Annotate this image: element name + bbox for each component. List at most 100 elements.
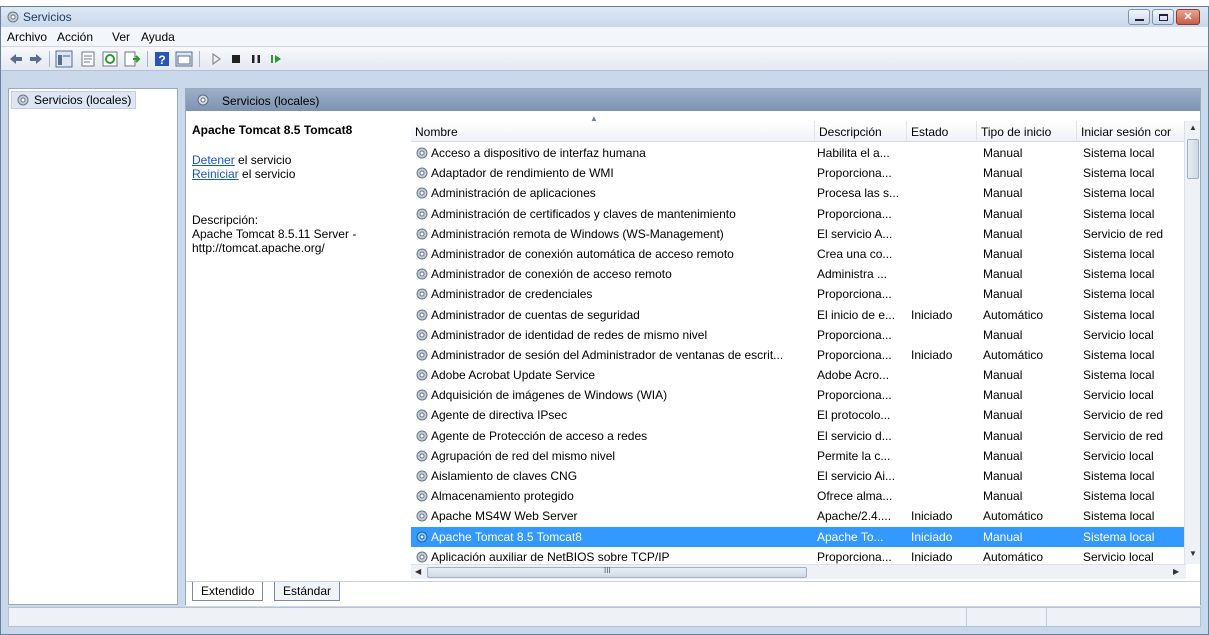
scroll-right-icon[interactable]: ▶ [1173, 567, 1179, 576]
service-gear-icon [416, 409, 428, 421]
pause-service-icon[interactable] [247, 50, 265, 68]
tab-extendido[interactable]: Extendido [192, 582, 264, 601]
toolbar: ? [1, 47, 1208, 71]
service-gear-icon [416, 510, 428, 522]
cell-startup-type: Manual [983, 327, 1023, 342]
tree-item-servicios-locales[interactable]: Servicios (locales) [11, 91, 137, 109]
scroll-left-icon[interactable]: ◀ [415, 567, 421, 576]
help-icon[interactable]: ? [153, 50, 171, 68]
service-gear-icon [416, 450, 428, 462]
view-tabs: Extendido Estándar [186, 581, 1200, 606]
table-row[interactable]: Administración de aplicaciones Procesa la… [411, 183, 1186, 203]
services-panel: Servicios (locales) Apache Tomcat 8.5 To… [185, 88, 1201, 606]
stop-service-icon[interactable] [227, 50, 245, 68]
cell-description: Ofrece alma... [817, 489, 893, 504]
cell-name: Aislamiento de claves CNG [431, 469, 578, 483]
service-gear-icon [416, 187, 428, 199]
cell-name: Administrador de identidad de redes de m… [431, 327, 708, 342]
horizontal-scroll-thumb[interactable]: III [427, 566, 807, 578]
column-header-tipo-inicio[interactable]: Tipo de inicio [977, 121, 1077, 142]
cell-logon-as: Sistema local [1083, 166, 1155, 181]
close-icon: ✕ [1183, 11, 1193, 23]
vertical-scrollbar[interactable]: ▲ ▼ [1184, 121, 1200, 564]
column-header-estado[interactable]: Estado [907, 121, 977, 142]
table-row[interactable]: Agente de directiva IPsec El protocolo...… [411, 405, 1186, 425]
export-list-icon[interactable] [123, 50, 141, 68]
window-title: Servicios [23, 10, 72, 24]
cell-description: Proporciona... [817, 166, 892, 181]
cell-state: Iniciado [911, 347, 953, 362]
table-row[interactable]: Administrador de conexión automática de … [411, 244, 1186, 264]
refresh-icon[interactable] [101, 50, 119, 68]
cell-logon-as: Sistema local [1083, 368, 1155, 383]
menu-archivo[interactable]: Archivo [7, 30, 47, 44]
stop-service-link[interactable]: Detener [192, 153, 235, 167]
restart-service-line: Reiniciar el servicio [192, 167, 295, 181]
table-row[interactable]: Adaptador de rendimiento de WMI Proporcio… [411, 163, 1186, 183]
table-row[interactable]: Adquisición de imágenes de Windows (WIA)… [411, 385, 1186, 405]
table-row[interactable]: Administrador de cuentas de seguridad El … [411, 305, 1186, 325]
start-service-icon[interactable] [207, 50, 225, 68]
svg-text:?: ? [158, 53, 165, 67]
table-row[interactable]: Almacenamiento protegido Ofrece alma... Ma… [411, 486, 1186, 506]
cell-name: Administrador de sesión del Administrado… [431, 347, 784, 362]
service-gear-icon [416, 147, 428, 159]
menu-ayuda[interactable]: Ayuda [141, 30, 175, 44]
table-row[interactable]: Aislamiento de claves CNG El servicio Ai.… [411, 466, 1186, 486]
table-row[interactable]: Administrador de credenciales Proporciona… [411, 284, 1186, 304]
stop-service-suffix: el servicio [234, 153, 292, 167]
cell-description: Apache To... [817, 529, 884, 544]
restart-service-link[interactable]: Reiniciar [192, 167, 239, 181]
description-line-1: Apache Tomcat 8.5.11 Server - [192, 227, 357, 241]
services-table: ▲ Nombre Descripción Estado Tipo de inic… [411, 111, 1200, 579]
menu-ver[interactable]: Ver [112, 30, 130, 44]
table-row[interactable]: Agente de Protección de acceso a redes El… [411, 426, 1186, 446]
forward-arrow-icon[interactable] [27, 50, 45, 68]
console-tree-icon[interactable] [55, 50, 73, 68]
cell-name: Administrador de conexión automática de … [431, 246, 734, 261]
table-row[interactable]: Administrador de identidad de redes de m… [411, 325, 1186, 345]
cell-logon-as: Sistema local [1083, 469, 1155, 483]
tab-estandar[interactable]: Estándar [274, 582, 341, 601]
cell-description: Proporciona... [817, 549, 892, 564]
properties-icon[interactable] [79, 50, 97, 68]
cell-name: Administrador de conexión de acceso remo… [431, 267, 672, 282]
cell-state: Iniciado [911, 307, 953, 322]
scroll-down-icon[interactable]: ▼ [1189, 549, 1197, 558]
view-icon[interactable] [175, 50, 193, 68]
cell-description: El protocolo... [817, 408, 891, 423]
cell-startup-type: Manual [983, 428, 1023, 443]
column-header-iniciar-sesion[interactable]: Iniciar sesión cor [1077, 121, 1186, 142]
table-row[interactable]: Apache Tomcat 8.5 Tomcat8 Apache To... Ini… [411, 526, 1186, 547]
maximize-button[interactable] [1152, 9, 1174, 25]
close-button[interactable]: ✕ [1176, 9, 1200, 25]
table-row[interactable]: Administrador de sesión del Administrado… [411, 345, 1186, 365]
minimize-button[interactable] [1128, 9, 1150, 25]
table-row[interactable]: Administrador de conexión de acceso remo… [411, 264, 1186, 284]
cell-startup-type: Manual [983, 226, 1023, 241]
service-gear-icon [416, 329, 428, 341]
panel-header-title: Servicios (locales) [222, 94, 320, 108]
table-row[interactable]: Apache MS4W Web Server Apache/2.4.... Inic… [411, 506, 1186, 526]
restart-service-icon[interactable] [267, 50, 285, 68]
cell-startup-type: Manual [983, 489, 1023, 504]
table-row[interactable]: Acceso a dispositivo de interfaz humana H… [411, 143, 1186, 163]
vertical-scroll-thumb[interactable] [1187, 139, 1199, 179]
scroll-up-icon[interactable]: ▲ [1189, 123, 1197, 132]
cell-logon-as: Sistema local [1083, 267, 1155, 282]
description-line-2: http://tomcat.apache.org/ [192, 241, 325, 255]
column-header-descripcion[interactable]: Descripción [815, 121, 907, 142]
table-body: Acceso a dispositivo de interfaz humana H… [411, 143, 1186, 567]
back-arrow-icon[interactable] [7, 50, 25, 68]
column-header-nombre[interactable]: Nombre [411, 121, 815, 142]
cell-name: Administración remota de Windows (WS-Man… [431, 226, 724, 241]
horizontal-scrollbar[interactable]: ◀ III ▶ [411, 564, 1186, 579]
table-row[interactable]: Administración remota de Windows (WS-Man… [411, 224, 1186, 244]
cell-name: Adquisición de imágenes de Windows (WIA) [431, 388, 668, 403]
table-row[interactable]: Adobe Acrobat Update Service Adobe Acro..… [411, 365, 1186, 385]
service-gear-icon [416, 349, 428, 361]
service-gear-icon [416, 531, 428, 543]
menu-accion[interactable]: Acción [57, 30, 93, 44]
table-row[interactable]: Administración de certificados y claves … [411, 204, 1186, 224]
table-row[interactable]: Agrupación de red del mismo nivel Permite… [411, 446, 1186, 466]
